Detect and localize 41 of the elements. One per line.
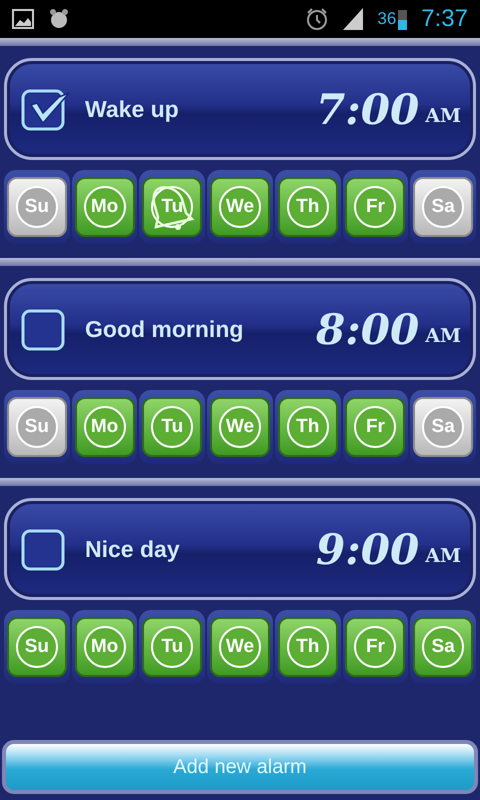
day-toggle[interactable]: Tu bbox=[142, 617, 202, 677]
day-toggle[interactable]: Th bbox=[278, 617, 338, 677]
alarm-label: Good morning bbox=[85, 316, 244, 342]
battery-level: 36 bbox=[377, 9, 396, 29]
day-toggle[interactable]: We bbox=[210, 177, 270, 237]
day-toggle[interactable]: Su bbox=[6, 617, 67, 677]
alarm-label: Nice day bbox=[85, 536, 181, 562]
day-toggle[interactable]: Mo bbox=[74, 397, 135, 457]
day-toggle[interactable]: Su bbox=[6, 177, 67, 237]
signal-icon bbox=[343, 8, 364, 30]
alarm-card[interactable]: Good morning 8:00 AM bbox=[4, 278, 476, 380]
day-toggle[interactable]: Mo bbox=[74, 617, 135, 677]
day-toggle[interactable]: Th bbox=[278, 177, 338, 237]
day-toggle[interactable]: Fr bbox=[345, 397, 406, 457]
alarm-icon bbox=[305, 7, 330, 31]
day-toggle[interactable]: Fr bbox=[345, 617, 406, 677]
alarm-clock-icon bbox=[48, 8, 70, 30]
day-toggle[interactable]: Th bbox=[278, 397, 338, 457]
add-alarm-button[interactable]: Add new alarm bbox=[2, 740, 478, 794]
day-toggle[interactable]: Su bbox=[6, 397, 67, 457]
alarm-label: Wake up bbox=[85, 96, 180, 122]
alarm-card[interactable]: Nice day 9:00 AM bbox=[4, 498, 476, 600]
alarm-period: AM bbox=[425, 325, 461, 347]
day-toggle[interactable]: Sa bbox=[413, 397, 474, 457]
day-toggle[interactable]: We bbox=[210, 397, 270, 457]
clock-time: 7:37 bbox=[421, 5, 468, 33]
picture-icon bbox=[12, 9, 34, 29]
battery-icon bbox=[398, 8, 408, 30]
day-toggle[interactable]: Tu bbox=[142, 177, 202, 237]
day-toggle[interactable]: Fr bbox=[345, 177, 406, 237]
day-toggle[interactable]: Tu bbox=[142, 397, 202, 457]
day-toggle[interactable]: Sa bbox=[413, 617, 474, 677]
alarm-time: 7:00 bbox=[316, 84, 420, 134]
alarm-period: AM bbox=[425, 545, 461, 567]
day-toggle[interactable]: Mo bbox=[74, 177, 135, 237]
day-toggle[interactable]: We bbox=[210, 617, 270, 677]
day-toggle[interactable]: Sa bbox=[413, 177, 474, 237]
alarm-time: 8:00 bbox=[316, 304, 420, 354]
alarm-card[interactable]: Wake up 7:00 AM bbox=[4, 58, 476, 160]
alarm-period: AM bbox=[425, 105, 461, 127]
alarm-time: 9:00 bbox=[316, 524, 420, 574]
